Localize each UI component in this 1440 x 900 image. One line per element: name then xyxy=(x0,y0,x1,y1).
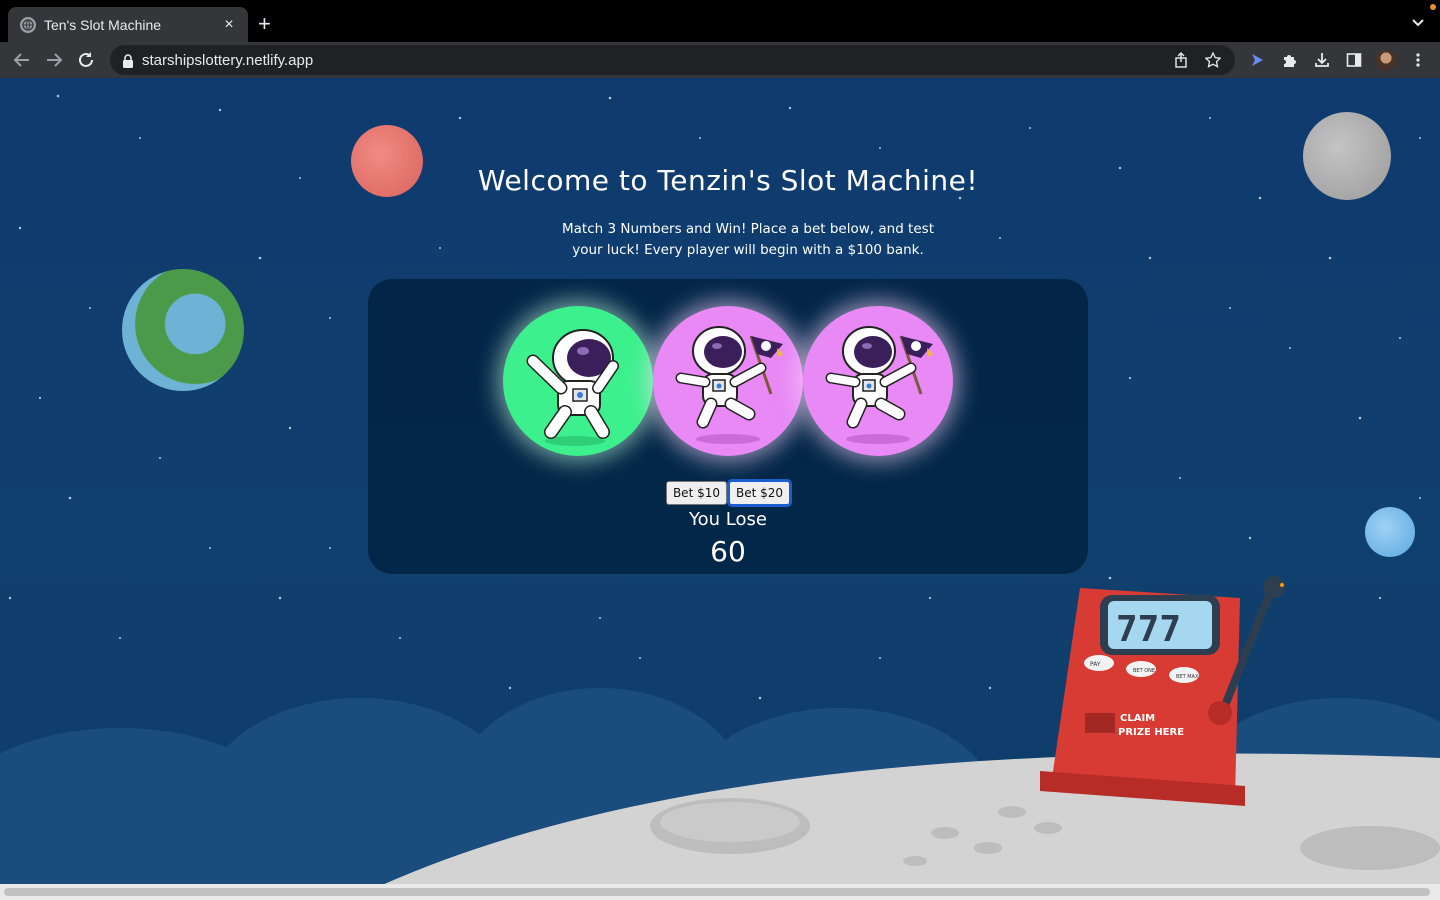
share-icon[interactable] xyxy=(1171,50,1191,70)
lock-icon[interactable] xyxy=(122,53,134,68)
tab-search-chevron-icon[interactable] xyxy=(1410,14,1426,30)
scrollbar-thumb[interactable] xyxy=(4,888,1430,896)
slot-machine-panel: Bet $10 Bet $20 You Lose 60 xyxy=(368,279,1088,574)
browser-toolbar: starshipslottery.netlify.app xyxy=(0,42,1440,78)
globe-icon xyxy=(20,16,36,33)
update-indicator xyxy=(1430,4,1436,10)
tab-close-icon[interactable]: × xyxy=(220,16,238,34)
address-bar[interactable]: starshipslottery.netlify.app xyxy=(110,45,1235,75)
reel-1 xyxy=(503,306,653,456)
reel-3 xyxy=(803,306,953,456)
reel-2 xyxy=(653,306,803,456)
slot-machine-illustration: 777 PAY BET ONE BET MAX CLAIM PRIZE HERE xyxy=(1040,576,1285,806)
bookmark-star-icon[interactable] xyxy=(1203,50,1223,70)
svg-text:BET ONE: BET ONE xyxy=(1133,668,1155,674)
svg-text:BET MAX: BET MAX xyxy=(1176,674,1199,680)
reload-icon[interactable] xyxy=(76,50,96,70)
profile-avatar[interactable] xyxy=(1376,50,1396,70)
result-text: You Lose xyxy=(689,509,767,530)
cursor-extension-icon[interactable] xyxy=(1247,50,1267,70)
flag-astronaut-icon xyxy=(825,326,933,444)
earth-planet xyxy=(122,269,244,391)
download-icon[interactable] xyxy=(1312,50,1332,70)
svg-text:777: 777 xyxy=(1116,609,1181,650)
page-title: Welcome to Tenzin's Slot Machine! xyxy=(477,164,979,197)
extensions-puzzle-icon[interactable] xyxy=(1280,50,1300,70)
svg-text:CLAIM: CLAIM xyxy=(1120,713,1155,724)
blue-planet xyxy=(1365,507,1415,557)
bet-controls: Bet $10 Bet $20 xyxy=(368,479,1088,507)
more-menu-icon[interactable] xyxy=(1408,50,1428,70)
svg-text:PAY: PAY xyxy=(1090,661,1101,668)
back-arrow-icon[interactable] xyxy=(12,50,32,70)
flag-astronaut-icon xyxy=(675,326,783,444)
machine-reel-text: 777 xyxy=(1116,609,1181,650)
svg-text:PRIZE HERE: PRIZE HERE xyxy=(1118,727,1184,738)
horizontal-scrollbar[interactable] xyxy=(0,884,1440,900)
tab-title: Ten's Slot Machine xyxy=(44,16,162,33)
new-tab-button[interactable]: + xyxy=(258,12,271,36)
bet-10-button[interactable]: Bet $10 xyxy=(665,481,727,505)
forward-arrow-icon[interactable] xyxy=(44,50,64,70)
url-text[interactable]: starshipslottery.netlify.app xyxy=(142,52,1171,69)
bet-20-button[interactable]: Bet $20 xyxy=(726,479,793,507)
page-subtitle: Match 3 Numbers and Win! Place a bet bel… xyxy=(561,221,934,258)
bank-balance: 60 xyxy=(710,535,746,568)
page-background: 777 PAY BET ONE BET MAX CLAIM PRIZE HERE… xyxy=(0,78,1440,900)
browser-tab[interactable]: Ten's Slot Machine × xyxy=(8,7,248,42)
dabbing-astronaut-icon xyxy=(526,329,619,446)
browser-tab-bar: Ten's Slot Machine × + xyxy=(0,0,1440,42)
side-panel-icon[interactable] xyxy=(1344,50,1364,70)
